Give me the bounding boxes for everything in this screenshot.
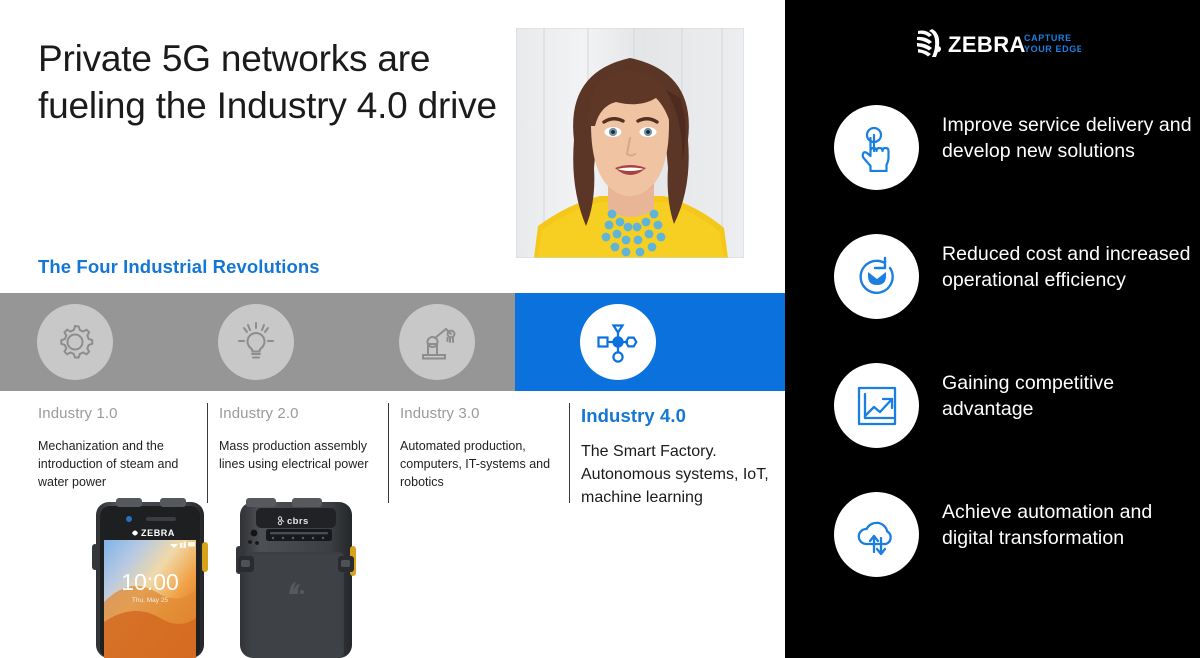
slide-root: Private 5G networks are fueling the Indu… xyxy=(0,0,1200,658)
benefit-text: Gaining competitive advantage xyxy=(942,372,1115,420)
timeline-caption-2: Industry 2.0 Mass production assembly li… xyxy=(219,405,369,474)
timeline-era-label: Industry 3.0 xyxy=(400,405,480,422)
svg-text:CAPTURE: CAPTURE xyxy=(1024,33,1072,43)
timeline-era-label: Industry 2.0 xyxy=(219,405,299,422)
timeline-step-4[interactable] xyxy=(580,304,656,380)
benefit-item-4[interactable]: Achieve automation and digital transform… xyxy=(834,492,1192,577)
industrial-revolutions-timeline xyxy=(0,293,838,391)
benefit-item-3[interactable]: Gaining competitive advantage xyxy=(834,363,1192,448)
network-nodes-icon xyxy=(595,319,641,365)
device-back: cbrs xyxy=(236,498,356,658)
benefits-panel: ZEBRA CAPTURE YOUR EDGE Improve service … xyxy=(785,0,1200,658)
timeline-caption-1: Industry 1.0 Mechanization and the intro… xyxy=(38,405,188,491)
cost-cycle-icon xyxy=(834,234,919,319)
svg-text:Thu, May 25: Thu, May 25 xyxy=(132,597,169,604)
svg-text:cbrs: cbrs xyxy=(287,516,309,527)
timeline-step-1[interactable] xyxy=(37,304,113,380)
touch-finger-icon xyxy=(834,105,919,190)
timeline-desc: Mechanization and the introduction of st… xyxy=(38,439,179,489)
svg-text:10:00: 10:00 xyxy=(121,569,179,595)
benefit-item-2[interactable]: Reduced cost and increased operational e… xyxy=(834,234,1192,319)
timeline-step-3[interactable] xyxy=(399,304,475,380)
timeline-desc: The Smart Factory. Autonomous systems, I… xyxy=(581,443,769,507)
zebra-head-icon xyxy=(917,29,941,57)
timeline-divider xyxy=(388,403,389,503)
benefit-text: Improve service delivery and develop new… xyxy=(942,114,1192,162)
growth-chart-icon xyxy=(834,363,919,448)
svg-text:ZEBRA: ZEBRA xyxy=(141,528,175,538)
timeline-divider xyxy=(569,403,570,503)
gear-icon xyxy=(54,321,96,363)
device-photos: ZEBRA 10:00 Thu, May 25 cbrs xyxy=(70,498,400,658)
timeline-era-label: Industry 4.0 xyxy=(581,405,687,426)
zebra-logo: ZEBRA CAPTURE YOUR EDGE xyxy=(916,27,1081,61)
svg-text:ZEBRA: ZEBRA xyxy=(948,32,1026,57)
timeline-caption-4: Industry 4.0 The Smart Factory. Autonomo… xyxy=(581,405,781,510)
timeline-desc: Mass production assembly lines using ele… xyxy=(219,439,369,471)
section-title: The Four Industrial Revolutions xyxy=(38,256,320,277)
benefit-text: Achieve automation and digital transform… xyxy=(942,501,1153,549)
benefit-text: Reduced cost and increased operational e… xyxy=(942,243,1191,291)
timeline-divider xyxy=(207,403,208,503)
timeline-step-2[interactable] xyxy=(218,304,294,380)
timeline-caption-3: Industry 3.0 Automated production, compu… xyxy=(400,405,560,491)
lightbulb-icon xyxy=(235,320,277,364)
robot-arm-icon xyxy=(415,321,459,363)
timeline-desc: Automated production, computers, IT-syst… xyxy=(400,439,551,489)
speaker-headshot xyxy=(516,28,744,258)
benefit-item-1[interactable]: Improve service delivery and develop new… xyxy=(834,105,1192,190)
device-front: ZEBRA 10:00 Thu, May 25 xyxy=(92,498,208,658)
timeline-era-label: Industry 1.0 xyxy=(38,405,118,422)
svg-text:YOUR EDGE: YOUR EDGE xyxy=(1024,44,1081,54)
page-title: Private 5G networks are fueling the Indu… xyxy=(38,38,497,126)
cloud-sync-icon xyxy=(834,492,919,577)
